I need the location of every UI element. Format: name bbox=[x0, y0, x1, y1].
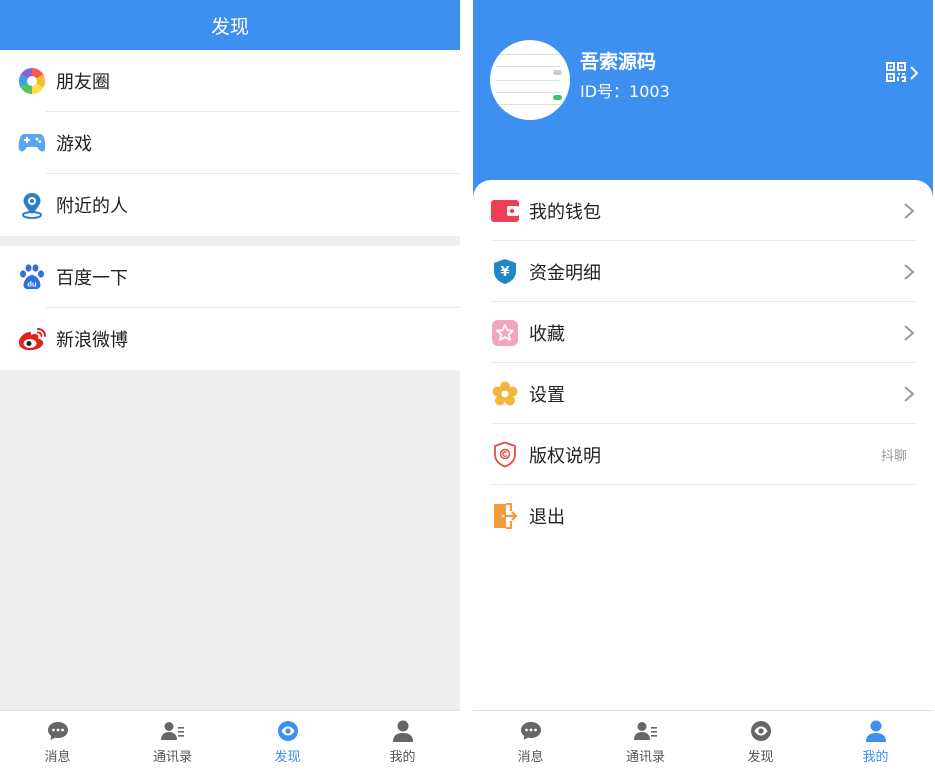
menu-item-logout[interactable]: 退出 bbox=[491, 485, 915, 546]
discover-screen: 发现 朋友圈 游戏 附近的人 du 百度一下 新浪微博 消息 通讯录 发现 我的 bbox=[0, 0, 460, 773]
baidu-icon: du bbox=[17, 262, 47, 292]
tab-label: 通讯录 bbox=[152, 750, 192, 765]
svg-text:¥: ¥ bbox=[500, 265, 509, 280]
tab-me[interactable]: 我的 bbox=[345, 711, 460, 773]
qr-code-button[interactable] bbox=[886, 62, 919, 86]
menu-item-label: 我的钱包 bbox=[529, 201, 601, 223]
moments-icon bbox=[17, 66, 47, 96]
copyright-shield-icon bbox=[491, 441, 519, 469]
menu-item-funds-detail[interactable]: ¥ 资金明细 bbox=[491, 241, 915, 302]
favorite-star-icon bbox=[491, 319, 519, 347]
menu-card: 我的钱包 ¥ 资金明细 收藏 设置 版权说明 抖聊 退出 bbox=[473, 180, 933, 710]
chevron-right-icon bbox=[903, 263, 915, 281]
chevron-right-icon bbox=[903, 324, 915, 342]
menu-item-copyright[interactable]: 版权说明 抖聊 bbox=[491, 424, 915, 485]
discover-item-label: 朋友圈 bbox=[56, 72, 110, 93]
discover-item-label: 新浪微博 bbox=[56, 330, 128, 351]
tab-label: 消息 bbox=[44, 750, 71, 765]
settings-gear-icon bbox=[491, 380, 519, 408]
contacts-icon bbox=[633, 719, 658, 743]
location-pin-icon bbox=[17, 190, 47, 220]
menu-item-label: 收藏 bbox=[529, 323, 565, 345]
discover-item-label: 百度一下 bbox=[56, 268, 128, 289]
wallet-icon bbox=[491, 197, 519, 225]
person-icon bbox=[864, 719, 888, 743]
discover-header: 发现 bbox=[0, 0, 460, 50]
avatar[interactable] bbox=[490, 40, 570, 120]
tab-messages[interactable]: 消息 bbox=[0, 711, 115, 773]
discover-item-moments[interactable]: 朋友圈 bbox=[0, 50, 460, 112]
chevron-right-icon bbox=[903, 385, 915, 403]
tab-label: 我的 bbox=[862, 750, 889, 765]
weibo-icon bbox=[17, 324, 47, 354]
chat-bubble-icon bbox=[519, 719, 543, 743]
discover-item-label: 附近的人 bbox=[56, 196, 128, 217]
tab-me[interactable]: 我的 bbox=[818, 711, 933, 773]
profile-id: ID号：1003 bbox=[580, 82, 670, 101]
menu-item-favorites[interactable]: 收藏 bbox=[491, 302, 915, 363]
tab-label: 发现 bbox=[274, 750, 301, 765]
chevron-right-icon bbox=[910, 65, 919, 84]
tab-discover[interactable]: 发现 bbox=[703, 711, 818, 773]
discover-item-weibo[interactable]: 新浪微博 bbox=[0, 308, 460, 370]
tab-label: 发现 bbox=[747, 750, 774, 765]
tab-label: 我的 bbox=[389, 750, 416, 765]
eye-icon bbox=[276, 719, 300, 743]
tab-messages[interactable]: 消息 bbox=[473, 711, 588, 773]
bottom-tab-bar: 消息 通讯录 发现 我的 bbox=[0, 710, 460, 773]
page-title: 发现 bbox=[210, 15, 249, 38]
discover-group-2: du 百度一下 新浪微博 bbox=[0, 246, 460, 370]
copyright-note: 抖聊 bbox=[880, 449, 907, 464]
chat-bubble-icon bbox=[46, 719, 70, 743]
tab-contacts[interactable]: 通讯录 bbox=[115, 711, 230, 773]
discover-item-label: 游戏 bbox=[56, 134, 92, 155]
gamepad-icon bbox=[17, 128, 47, 158]
logout-door-icon bbox=[491, 502, 519, 530]
profile-header[interactable]: 吾索源码 ID号：1003 bbox=[473, 0, 933, 200]
menu-item-label: 版权说明 bbox=[529, 445, 601, 467]
bottom-tab-bar: 消息 通讯录 发现 我的 bbox=[473, 710, 933, 773]
profile-nickname: 吾索源码 bbox=[580, 51, 657, 73]
me-screen: 吾索源码 ID号：1003 我的钱包 ¥ 资金明细 收藏 设置 版权说明 抖聊 … bbox=[473, 0, 933, 773]
tab-label: 通讯录 bbox=[625, 750, 665, 765]
menu-item-label: 设置 bbox=[529, 384, 565, 406]
menu-item-label: 资金明细 bbox=[529, 262, 601, 284]
discover-item-baidu[interactable]: du 百度一下 bbox=[0, 246, 460, 308]
discover-item-games[interactable]: 游戏 bbox=[0, 112, 460, 174]
eye-icon bbox=[749, 719, 773, 743]
qr-code-icon bbox=[886, 62, 906, 86]
svg-text:du: du bbox=[27, 280, 37, 289]
discover-item-nearby[interactable]: 附近的人 bbox=[0, 174, 460, 236]
contacts-icon bbox=[160, 719, 185, 743]
person-icon bbox=[391, 719, 415, 743]
yuan-shield-icon: ¥ bbox=[491, 258, 519, 286]
menu-item-settings[interactable]: 设置 bbox=[491, 363, 915, 424]
discover-group-1: 朋友圈 游戏 附近的人 bbox=[0, 50, 460, 236]
tab-label: 消息 bbox=[517, 750, 544, 765]
chevron-right-icon bbox=[903, 202, 915, 220]
tab-discover[interactable]: 发现 bbox=[230, 711, 345, 773]
menu-item-wallet[interactable]: 我的钱包 bbox=[491, 180, 915, 241]
menu-item-label: 退出 bbox=[529, 506, 565, 528]
tab-contacts[interactable]: 通讯录 bbox=[588, 711, 703, 773]
